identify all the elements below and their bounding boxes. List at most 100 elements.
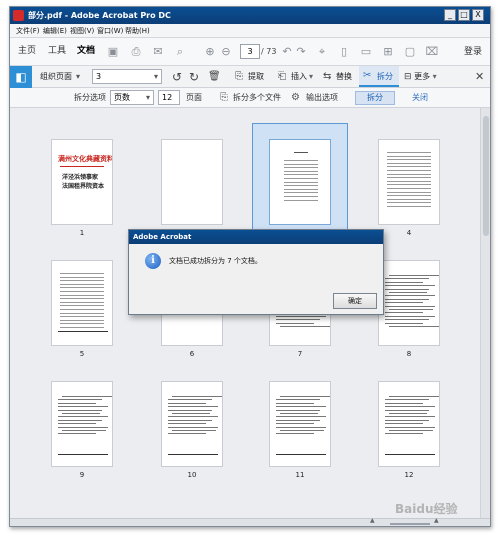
toc-line [387,152,431,153]
search-icon[interactable]: ⌕ [173,45,187,59]
page-rule [276,454,326,455]
extract-button[interactable]: 提取 [248,66,264,88]
page-up-icon[interactable]: ⊕ [203,45,217,59]
text-line [276,416,326,418]
ok-button[interactable]: 确定 [333,293,377,309]
page-thumbnail[interactable] [51,381,113,467]
text-line [389,396,439,397]
toc-line [284,167,318,169]
more-label: 更多 [414,72,431,81]
tab-tools[interactable]: 工具 [48,38,66,65]
text-line [385,322,423,324]
toc-line [387,155,431,157]
page-number-input[interactable]: 3 [240,44,260,59]
dialog-title[interactable]: Adobe Acrobat [129,230,383,244]
page-thumbnail[interactable] [378,381,440,467]
save-icon[interactable]: ▣ [106,45,120,59]
rotate-left-icon[interactable]: ↺ [172,66,182,88]
tab-document[interactable]: 文档 [77,38,95,65]
text-line [385,319,429,321]
close-split-button[interactable]: 关闭 [400,91,440,105]
zoom-slider[interactable] [390,523,430,525]
split-multiple-files-button[interactable]: 拆分多个文件 [233,88,281,108]
page-thumbnail[interactable]: 满州文化典藏资料 洋泾浜领事家 法国租界院资本 [51,139,113,225]
rotate-right-icon[interactable]: ↻ [189,66,199,88]
organize-title-arrow[interactable]: ▾ [76,66,80,88]
page-number-label: 6 [189,350,195,358]
text-line [389,413,427,414]
toc-line [60,298,104,300]
text-line [389,309,433,310]
page-thumbnail[interactable] [269,139,331,225]
toc-line [284,185,318,187]
present-icon[interactable]: ▢ [403,45,417,59]
page-rule [58,331,108,332]
insert-dropdown-icon[interactable]: ▾ [309,66,313,88]
bottom-bar: ▲ ▲ [10,517,490,526]
toc-line [387,188,431,189]
text-line [385,288,429,290]
highlight-icon[interactable]: ▭ [359,45,373,59]
split-page-count-input[interactable]: 12 [158,90,180,105]
toc-line [284,192,318,194]
menu-window[interactable]: 窗口(W) [97,24,123,38]
delete-icon[interactable]: 🗑 [208,66,221,88]
page-count-unit: 页面 [186,93,202,102]
split-complete-dialog: Adobe Acrobat i 文档已成功拆分为 7 个文档。 确定 [128,229,384,315]
page-thumbnail[interactable] [161,381,223,467]
minimize-button[interactable]: _ [444,9,456,21]
page-range-select[interactable]: 3 ▾ [92,69,162,84]
info-icon: i [145,253,161,269]
output-options-button[interactable]: 输出选项 [306,88,338,108]
comment-icon[interactable]: ▯ [337,45,351,59]
split-mode-select[interactable]: 页数 ▾ [110,90,154,105]
redo-icon[interactable]: ↷ [294,45,308,59]
split-tool-button[interactable]: ✂ 拆分 [359,66,399,87]
page-thumbnail[interactable] [161,139,223,225]
organize-title[interactable]: 组织页面 [40,66,72,88]
text-line [276,409,320,411]
scrollbar-thumb[interactable] [483,116,489,236]
tab-home[interactable]: 主页 [18,38,36,65]
menu-help[interactable]: 帮助(H) [125,24,150,38]
text-line [280,326,330,327]
read-mode-icon[interactable]: ⊞ [381,45,395,59]
text-line [276,406,326,408]
menu-edit[interactable]: 编辑(E) [43,24,67,38]
maximize-button[interactable]: □ [458,9,470,21]
split-tool-label: 拆分 [377,72,393,81]
insert-icon: ⎗ [278,71,286,82]
page-number-label: 1 [79,229,85,237]
zoom-out-icon[interactable]: ▲ [370,517,375,524]
text-line [389,292,427,293]
undo-icon[interactable]: ↶ [280,45,294,59]
page-rule [58,454,108,455]
vertical-scrollbar[interactable] [480,108,490,518]
more-dropdown-icon: ▾ [432,72,437,81]
zoom-in-icon[interactable]: ▲ [434,517,439,524]
text-line [385,402,423,404]
close-organize-icon[interactable]: ✕ [475,66,484,88]
text-line [276,399,320,401]
more-menu[interactable]: ⊟ 更多 ▾ [404,69,452,85]
insert-button[interactable]: 插入 [291,66,307,88]
print-icon[interactable]: ⎙ [129,45,143,59]
page-thumbnail[interactable] [269,381,331,467]
login-link[interactable]: 登录 [464,38,482,66]
page-down-icon[interactable]: ⊖ [219,45,233,59]
zoom-icon[interactable]: ⌧ [425,45,439,59]
replace-button[interactable]: 替换 [336,66,352,88]
toc-line [387,198,431,200]
page-thumbnail[interactable] [378,139,440,225]
title-bar[interactable]: 部分.pdf - Adobe Acrobat Pro DC _ □ X [10,7,490,24]
page-thumbnail[interactable] [378,260,440,346]
menu-file[interactable]: 文件(F) [16,24,40,38]
select-icon[interactable]: ⌖ [315,45,329,59]
text-line [168,409,212,411]
close-window-button[interactable]: X [472,9,484,21]
page-thumbnail[interactable] [51,260,113,346]
split-execute-button[interactable]: 拆分 [355,91,395,105]
email-icon[interactable]: ✉ [151,45,165,59]
sidebar-toggle-icon[interactable]: ◧ [10,66,32,88]
menu-view[interactable]: 视图(V) [70,24,94,38]
